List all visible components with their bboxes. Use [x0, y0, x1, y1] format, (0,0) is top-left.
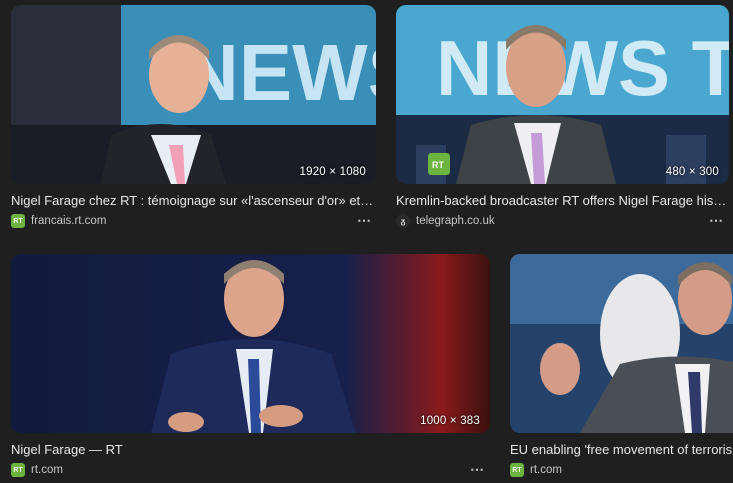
rt-icon: RT	[510, 463, 524, 477]
telegraph-icon: ᵹ	[396, 214, 410, 228]
rt-icon: RT	[11, 214, 25, 228]
thumbnail-image[interactable]: NEWS TI 1920 × 1080	[11, 5, 376, 184]
image-result-card[interactable]: NEWS THIN RT 480 × 300 Kremlin-backed br…	[396, 5, 729, 235]
svg-text:NEWS THIN: NEWS THIN	[436, 24, 729, 112]
result-title[interactable]: EU enabling 'free movement of terroris	[510, 442, 733, 457]
svg-text:RT: RT	[432, 160, 444, 170]
source-domain: francais.rt.com	[31, 215, 107, 227]
source-domain: rt.com	[530, 464, 562, 476]
source-domain: rt.com	[31, 464, 63, 476]
svg-text:NEWS TI: NEWS TI	[181, 28, 376, 117]
more-options-icon[interactable]: ⋯	[470, 461, 484, 478]
result-source[interactable]: RT rt.com	[11, 463, 63, 477]
image-dimensions: 480 × 300	[665, 166, 719, 178]
image-result-card[interactable]: NEWS TI 1920 × 1080 Nigel Farage chez RT…	[11, 5, 376, 235]
more-options-icon[interactable]: ⋯	[357, 212, 371, 229]
result-source[interactable]: ᵹ telegraph.co.uk	[396, 214, 495, 228]
result-title[interactable]: Kremlin-backed broadcaster RT offers Nig…	[396, 193, 729, 208]
image-dimensions: 1920 × 1080	[299, 166, 366, 178]
image-result-card[interactable]: 1000 × 383 Nigel Farage — RT RT rt.com ⋯	[11, 254, 490, 483]
image-dimensions: 1000 × 383	[420, 415, 480, 427]
image-result-card[interactable]: EU enabling 'free movement of terroris R…	[510, 254, 733, 483]
result-source[interactable]: RT rt.com	[510, 463, 562, 477]
thumbnail-image[interactable]: NEWS THIN RT 480 × 300	[396, 5, 729, 184]
source-domain: telegraph.co.uk	[416, 215, 495, 227]
result-title[interactable]: Nigel Farage — RT	[11, 442, 490, 457]
rt-icon: RT	[11, 463, 25, 477]
thumbnail-image[interactable]	[510, 254, 733, 433]
result-title[interactable]: Nigel Farage chez RT : témoignage sur «l…	[11, 193, 376, 208]
result-source[interactable]: RT francais.rt.com	[11, 214, 106, 228]
more-options-icon[interactable]: ⋯	[709, 212, 723, 229]
thumbnail-image[interactable]: 1000 × 383	[11, 254, 490, 433]
